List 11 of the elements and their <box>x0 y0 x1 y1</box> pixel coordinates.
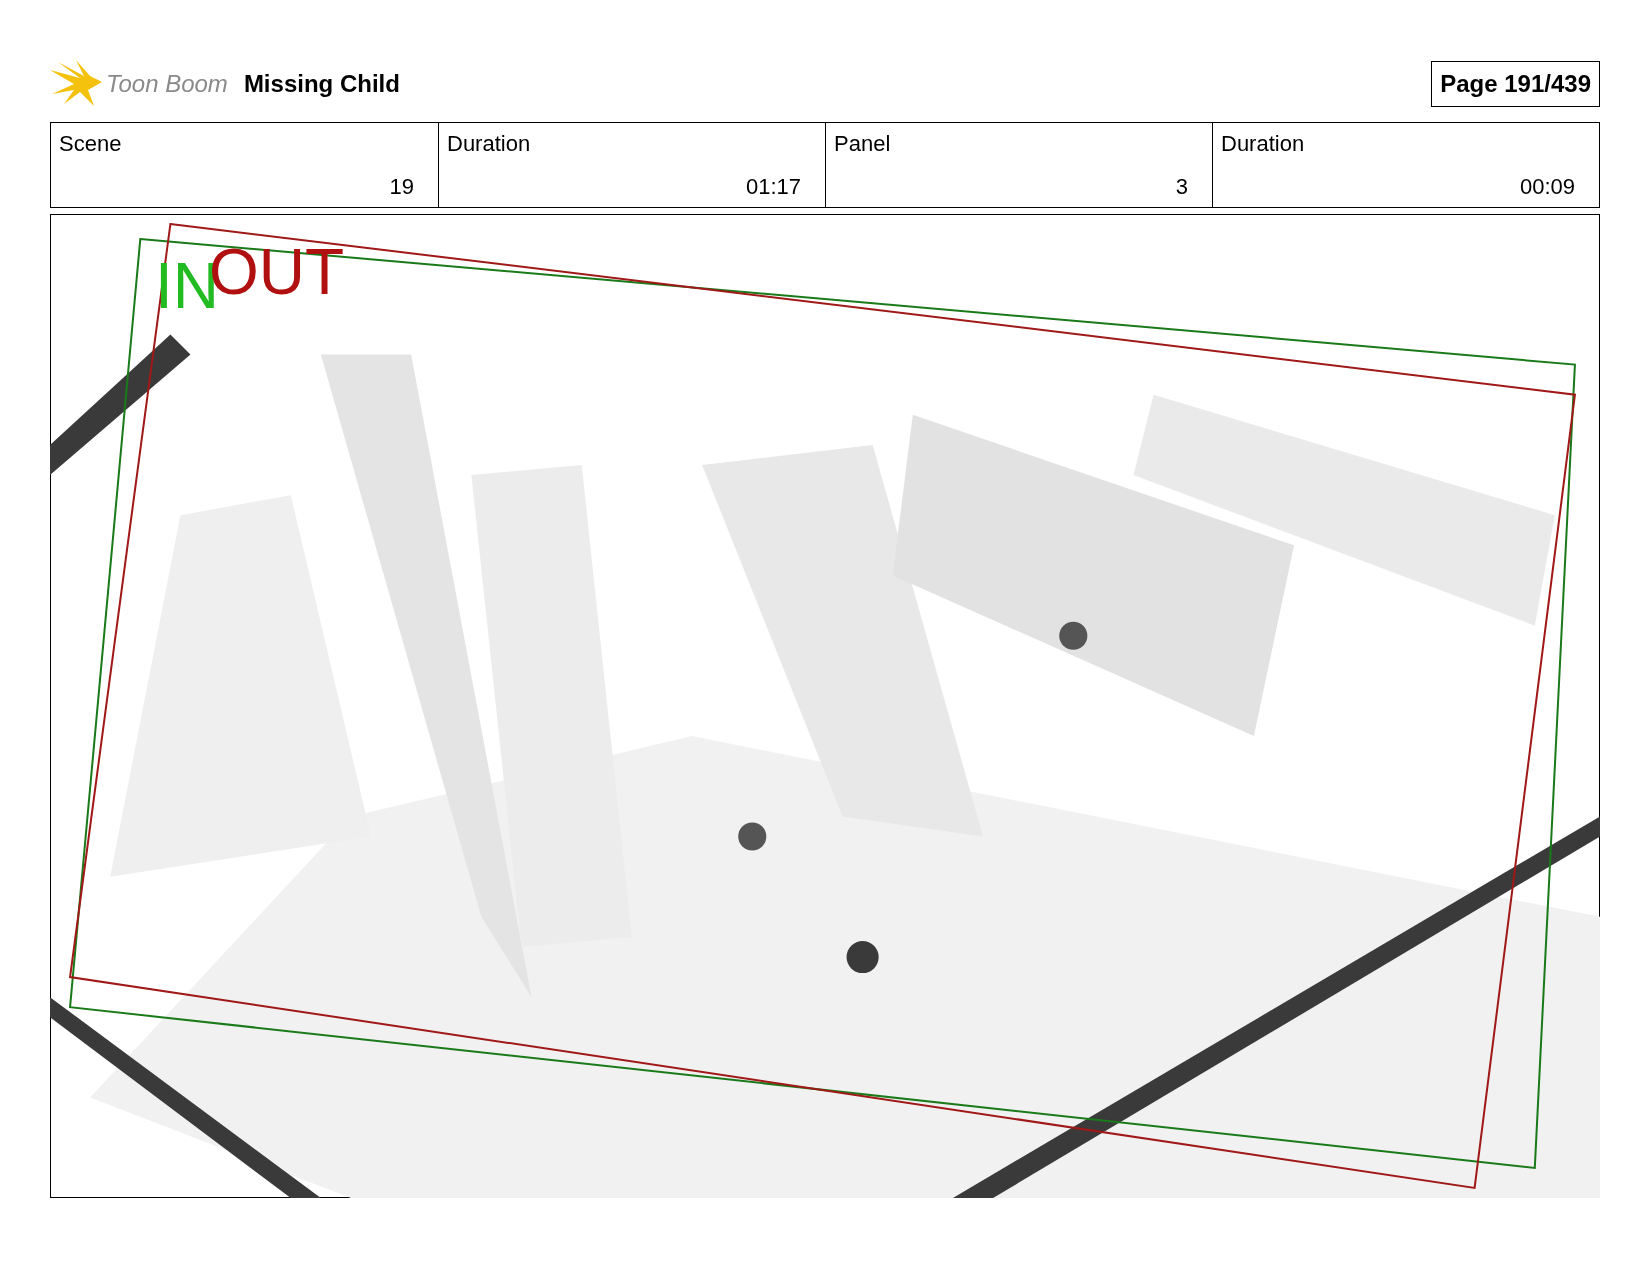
field-label: Scene <box>59 130 123 158</box>
storyboard-title: Missing Child <box>243 69 400 99</box>
field-label: Duration <box>447 130 532 158</box>
page-number: Page 191/439 <box>1431 61 1600 107</box>
field-value: 00:09 <box>1518 173 1575 201</box>
field-label: Panel <box>834 130 892 158</box>
field-label: Duration <box>1221 130 1306 158</box>
field-value: 01:17 <box>744 173 801 201</box>
logo-text: Toon Boom <box>106 69 228 99</box>
field-value: 19 <box>388 173 414 201</box>
field-value: 3 <box>1174 173 1188 201</box>
